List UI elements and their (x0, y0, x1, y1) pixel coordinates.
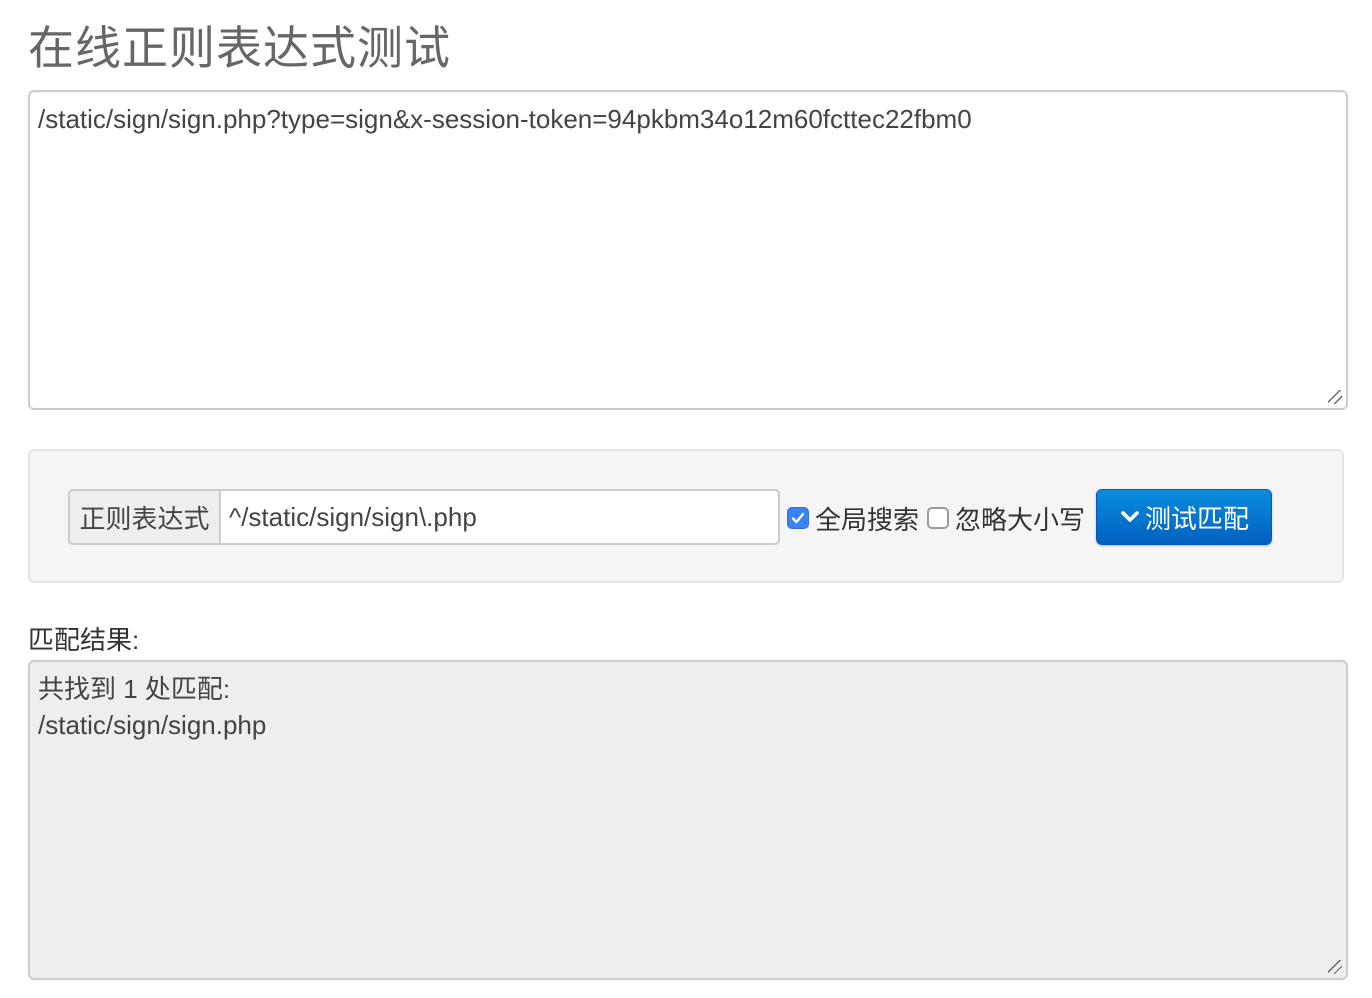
global-search-option[interactable]: 全局搜索 (787, 501, 919, 535)
ignore-case-label: 忽略大小写 (955, 504, 1086, 535)
ignore-case-checkbox[interactable] (927, 507, 949, 529)
test-match-button[interactable]: 测试匹配 (1096, 489, 1272, 545)
regex-addon-label: 正则表达式 (68, 489, 220, 545)
regex-form-panel: 正则表达式 全局搜索 忽略大小写 测试匹配 (28, 449, 1344, 583)
regex-input-group: 正则表达式 (68, 489, 780, 545)
check-icon (791, 512, 805, 524)
global-search-label: 全局搜索 (815, 504, 920, 535)
chevron-down-icon (1121, 511, 1139, 522)
resize-grip-icon[interactable] (1328, 960, 1342, 974)
result-match: /static/sign/sign.php (38, 710, 267, 740)
ignore-case-option[interactable]: 忽略大小写 (927, 501, 1085, 535)
regex-input[interactable] (220, 489, 780, 545)
resize-grip-icon[interactable] (1328, 390, 1342, 404)
result-text-area[interactable]: 共找到 1 处匹配: /static/sign/sign.php (28, 660, 1348, 980)
global-search-checkbox[interactable] (787, 507, 809, 529)
regex-tester-page: 在线正则表达式测试 /static/sign/sign.php?type=sig… (0, 0, 1372, 998)
result-label: 匹配结果: (28, 625, 140, 655)
test-match-button-label: 测试匹配 (1144, 503, 1249, 534)
source-text[interactable]: /static/sign/sign.php?type=sign&x-sessio… (38, 102, 1336, 136)
result-summary: 共找到 1 处匹配: (38, 674, 231, 704)
source-text-area[interactable]: /static/sign/sign.php?type=sign&x-sessio… (28, 90, 1348, 410)
page-title: 在线正则表达式测试 (28, 22, 451, 74)
